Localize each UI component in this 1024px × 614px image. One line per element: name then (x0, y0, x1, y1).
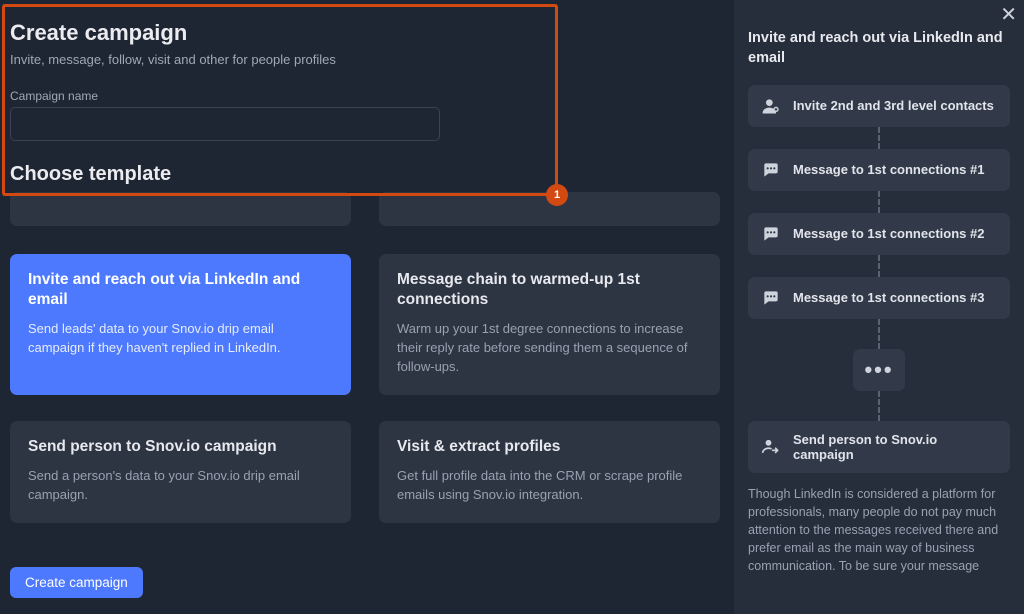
campaign-name-input[interactable] (10, 107, 440, 141)
template-title: Message chain to warmed-up 1st connectio… (397, 270, 702, 310)
flow-connector (878, 127, 880, 149)
campaign-name-label: Campaign name (10, 89, 718, 103)
create-campaign-button[interactable]: Create campaign (10, 567, 143, 598)
template-card-invite-reach-out[interactable]: Invite and reach out via LinkedIn and em… (10, 254, 351, 395)
template-desc: Get full profile data into the CRM or sc… (397, 467, 702, 505)
template-card-placeholder[interactable] (379, 192, 720, 226)
choose-template-title: Choose template (10, 163, 718, 186)
flow-step-label: Message to 1st connections #1 (793, 162, 984, 177)
preview-note: Though LinkedIn is considered a platform… (748, 485, 1010, 576)
page-title: Create campaign (10, 20, 718, 46)
template-title: Invite and reach out via LinkedIn and em… (28, 270, 333, 310)
flow-step-send-snovio[interactable]: Send person to Snov.io campaign (748, 421, 1010, 473)
template-desc: Send a person's data to your Snov.io dri… (28, 467, 333, 505)
page-subtitle: Invite, message, follow, visit and other… (10, 52, 718, 67)
chat-icon (761, 160, 781, 180)
preview-title: Invite and reach out via LinkedIn and em… (748, 28, 1010, 69)
template-card-visit-extract[interactable]: Visit & extract profiles Get full profil… (379, 421, 720, 523)
flow-step-message-3[interactable]: Message to 1st connections #3 (748, 277, 1010, 319)
template-desc: Send leads' data to your Snov.io drip em… (28, 320, 333, 358)
template-card-placeholder[interactable] (10, 192, 351, 226)
template-card-message-chain[interactable]: Message chain to warmed-up 1st connectio… (379, 254, 720, 395)
flow-step-label: Invite 2nd and 3rd level contacts (793, 98, 994, 113)
chat-icon (761, 224, 781, 244)
template-card-send-snovio[interactable]: Send person to Snov.io campaign Send a p… (10, 421, 351, 523)
chat-icon (761, 288, 781, 308)
flow-step-label: Message to 1st connections #3 (793, 290, 984, 305)
flow-connector (878, 191, 880, 213)
template-title: Send person to Snov.io campaign (28, 437, 333, 457)
flow-connector (878, 391, 880, 421)
template-title: Visit & extract profiles (397, 437, 702, 457)
flow-step-invite[interactable]: Invite 2nd and 3rd level contacts (748, 85, 1010, 127)
flow-ellipsis[interactable]: ••• (853, 349, 905, 391)
flow-step-message-1[interactable]: Message to 1st connections #1 (748, 149, 1010, 191)
flow-connector (878, 319, 880, 349)
send-arrow-icon (761, 437, 781, 457)
flow-connector (878, 255, 880, 277)
flow-step-message-2[interactable]: Message to 1st connections #2 (748, 213, 1010, 255)
template-desc: Warm up your 1st degree connections to i… (397, 320, 702, 377)
close-icon[interactable]: ✕ (1000, 5, 1017, 25)
flow-step-label: Send person to Snov.io campaign (793, 432, 997, 462)
person-plus-icon (761, 96, 781, 116)
flow-step-label: Message to 1st connections #2 (793, 226, 984, 241)
